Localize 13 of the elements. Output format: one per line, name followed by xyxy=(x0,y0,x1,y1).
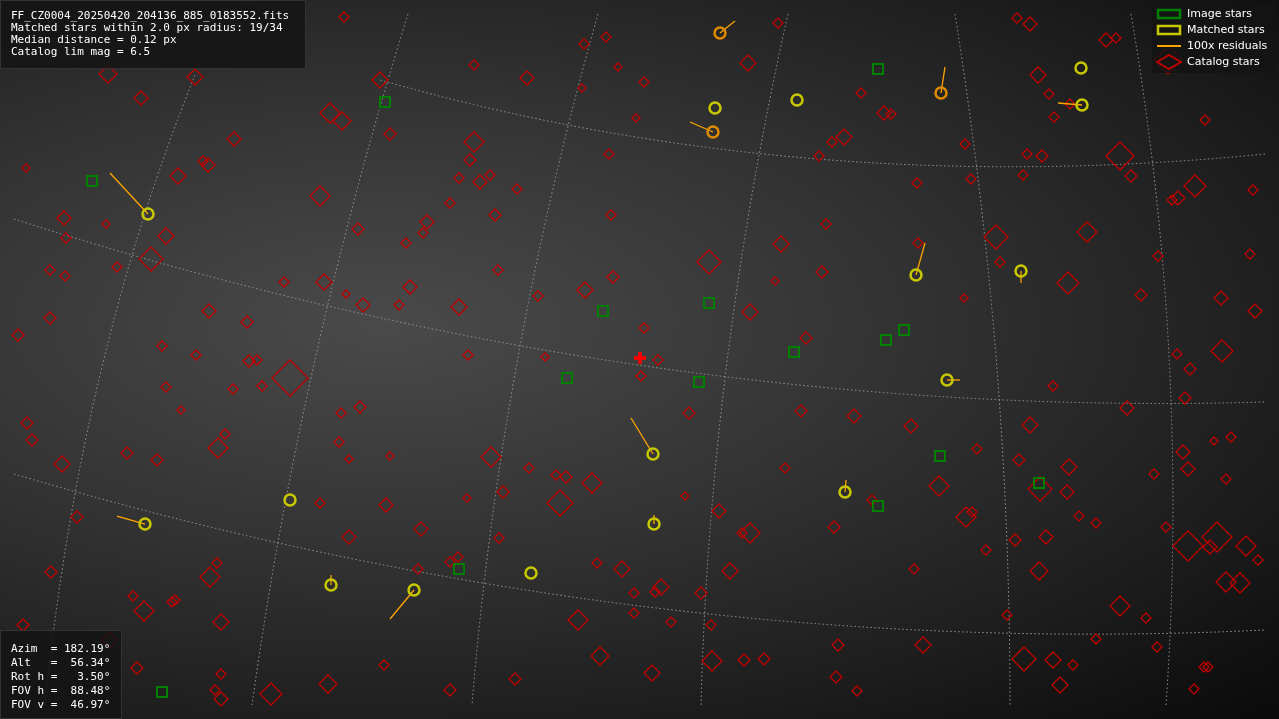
info-line: Catalog lim mag = 6.5 xyxy=(11,46,152,58)
info-line: Matched stars within 2.0 px radius: 19/34 xyxy=(11,22,283,34)
pointing-line: Azim = 182.19° xyxy=(11,642,111,656)
legend-label: Matched stars xyxy=(1187,21,1265,38)
info-line: Median distance = 0.12 px xyxy=(11,34,178,46)
legend-label: 100x residuals xyxy=(1187,37,1268,54)
legend-label: Image stars xyxy=(1187,5,1252,22)
pointing-line: Alt = 56.34° xyxy=(11,656,111,670)
info-line: FF_CZ0004_20250420_204136_885_0183552.fits xyxy=(11,10,291,22)
legend-label: Catalog stars xyxy=(1187,53,1260,70)
pointing-line: FOV v = 46.97° xyxy=(11,698,111,712)
pointing-line: FOV h = 88.48° xyxy=(11,684,111,698)
pointing-line: Rot h = 3.50° xyxy=(11,670,111,684)
